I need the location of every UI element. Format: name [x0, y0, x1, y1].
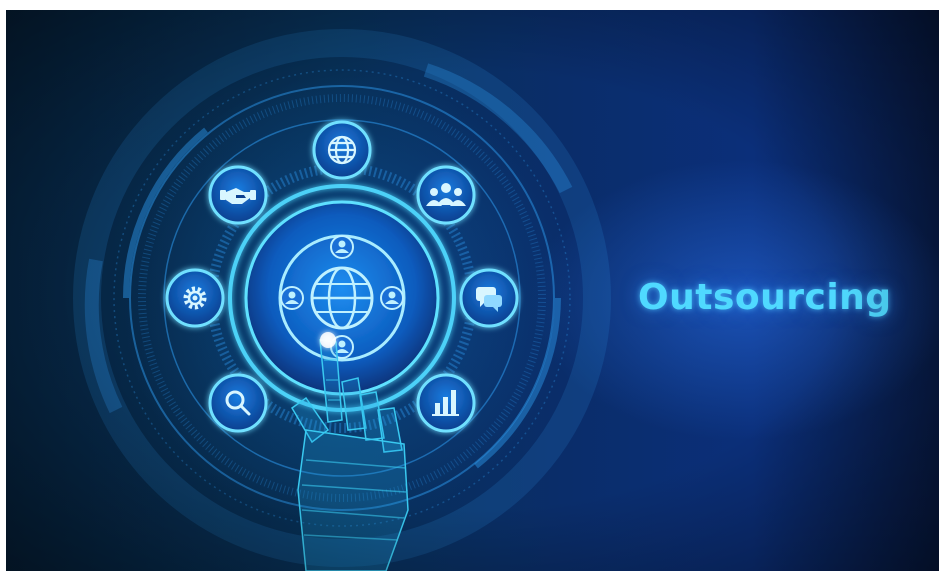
globe-icon — [312, 120, 372, 180]
touch-glow — [320, 332, 336, 348]
image-frame: Outsourcing — [0, 0, 939, 571]
outsourcing-illustration: Outsourcing — [6, 10, 939, 571]
headline-outsourcing: Outsourcing — [638, 277, 892, 318]
handshake-icon — [208, 165, 268, 225]
gear-icon — [165, 268, 225, 328]
magnifier-icon — [208, 373, 268, 433]
chat-icon — [459, 268, 519, 328]
bar-chart-icon — [416, 373, 476, 433]
team-icon — [416, 165, 476, 225]
